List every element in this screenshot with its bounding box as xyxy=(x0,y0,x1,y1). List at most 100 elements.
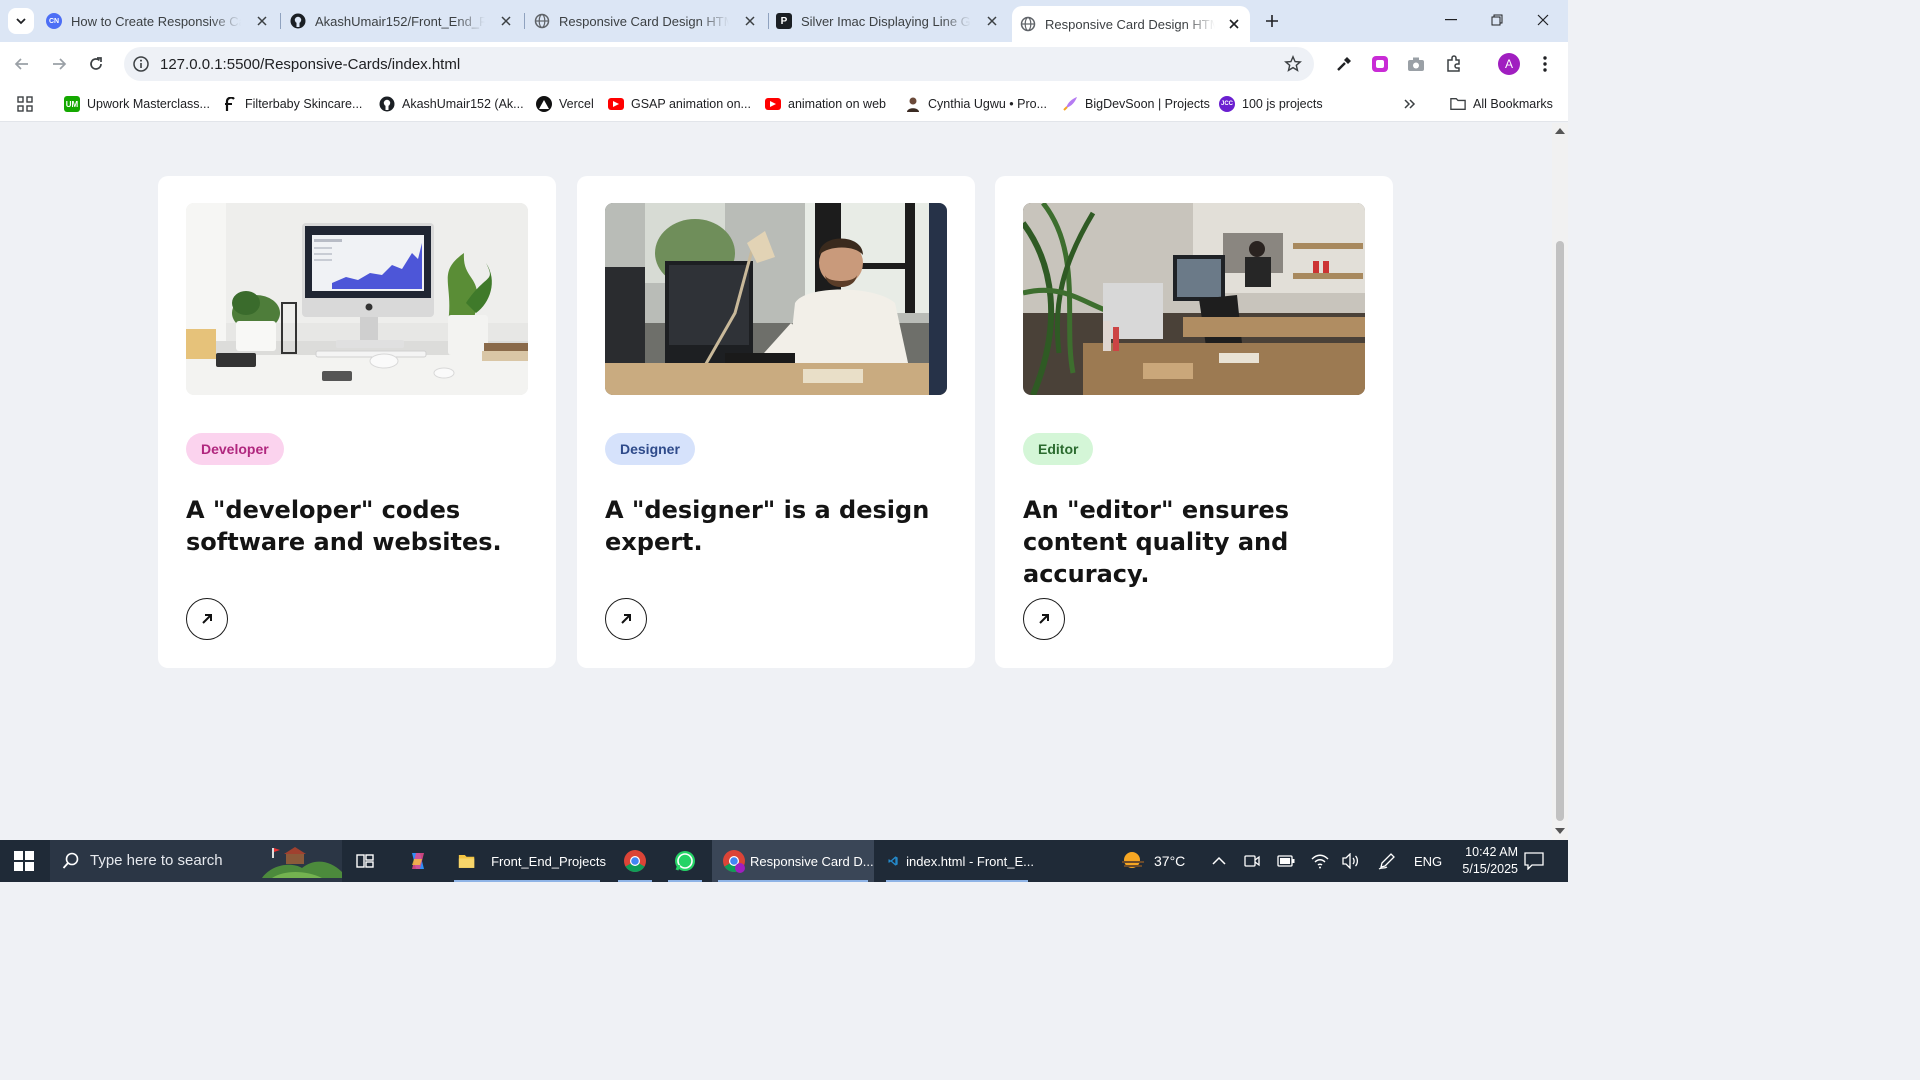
bookmark-label: Upwork Masterclass... xyxy=(87,97,210,111)
tab-3[interactable]: Responsive Card Design HTML xyxy=(534,6,766,36)
card-heading: An "editor" ensures content quality and … xyxy=(1023,496,1289,588)
arrow-left-icon xyxy=(14,58,28,70)
bookmark-label: BigDevSoon | Projects xyxy=(1085,97,1210,111)
github-icon xyxy=(290,13,306,29)
more-bookmarks-button[interactable] xyxy=(1404,94,1416,114)
restore-button[interactable] xyxy=(1486,10,1508,30)
bookmark-100-js[interactable]: JCC 100 js projects xyxy=(1219,94,1323,114)
tab-5-active[interactable]: Responsive Card Design HTML xyxy=(1012,6,1250,42)
card-link-button[interactable] xyxy=(186,598,228,640)
input-language[interactable]: ENG xyxy=(1414,840,1442,882)
windows-start-icon[interactable] xyxy=(14,851,34,871)
copilot-icon xyxy=(412,853,424,869)
reload-icon xyxy=(90,57,102,70)
weather-widget[interactable]: 37°C xyxy=(1120,840,1185,882)
taskbar-search[interactable]: Type here to search xyxy=(50,840,342,882)
task-view-button[interactable] xyxy=(356,840,380,882)
back-button[interactable] xyxy=(10,52,34,76)
address-bar[interactable]: 127.0.0.1:5500/Responsive-Cards/index.ht… xyxy=(124,47,1314,81)
new-tab-button[interactable] xyxy=(1262,11,1282,31)
show-hidden-icons-button[interactable] xyxy=(1212,840,1226,882)
arrow-up-right-icon xyxy=(621,614,631,624)
taskbar-chrome[interactable] xyxy=(612,840,658,882)
video-camera-icon xyxy=(1244,855,1260,867)
extensions-puzzle-icon[interactable] xyxy=(1444,54,1464,74)
bookmark-upwork[interactable]: UM Upwork Masterclass... xyxy=(64,94,210,114)
close-icon[interactable] xyxy=(254,13,270,29)
url-text[interactable]: 127.0.0.1:5500/Responsive-Cards/index.ht… xyxy=(160,56,460,73)
taskbar-item-label: index.html - Front_E... xyxy=(906,853,1034,869)
minimize-button[interactable] xyxy=(1440,10,1462,30)
arrow-up-right-icon xyxy=(202,614,212,624)
office-workspace-photo xyxy=(1023,203,1365,395)
bookmark-github[interactable]: AkashUmair152 (Ak... xyxy=(379,94,524,114)
card-link-button[interactable] xyxy=(1023,598,1065,640)
site-info-icon[interactable] xyxy=(132,55,150,73)
tab-title: Responsive Card Design HTML xyxy=(559,13,729,29)
taskbar-chrome-active-window[interactable]: Responsive Card D... xyxy=(712,840,874,882)
bookmark-bigdevsoon[interactable]: BigDevSoon | Projects xyxy=(1062,94,1210,114)
windows-taskbar: Type here to search Front_End_Projects R… xyxy=(0,840,1568,882)
all-bookmarks-button[interactable]: All Bookmarks xyxy=(1450,94,1553,114)
chevron-down-icon xyxy=(16,18,26,25)
tab-search-button[interactable] xyxy=(8,8,34,34)
volume-control[interactable] xyxy=(1342,840,1360,882)
chrome-icon xyxy=(624,850,646,872)
profile-avatar[interactable]: A xyxy=(1498,53,1520,75)
system-clock[interactable]: 10:42 AM 5/15/2025 xyxy=(1448,844,1518,878)
pen-workspace-button[interactable] xyxy=(1378,840,1396,882)
search-highlight-icon xyxy=(262,847,342,878)
wifi-icon xyxy=(1311,854,1329,869)
close-icon[interactable] xyxy=(742,13,758,29)
apps-grid-icon xyxy=(17,96,33,112)
kebab-menu-icon[interactable] xyxy=(1535,54,1555,74)
vscode-icon xyxy=(888,856,898,866)
battery-indicator[interactable] xyxy=(1277,840,1295,882)
bookmarks-bar: UM Upwork Masterclass... Filterbaby Skinc… xyxy=(0,86,1568,122)
close-icon[interactable] xyxy=(498,13,514,29)
language-label: ENG xyxy=(1414,853,1443,869)
close-icon[interactable] xyxy=(984,13,1000,29)
camera-extension-icon[interactable] xyxy=(1406,54,1426,74)
tab-1[interactable]: CN How to Create Responsive Card xyxy=(46,6,278,36)
scroll-up-arrow-icon[interactable] xyxy=(1555,128,1565,134)
whatsapp-icon xyxy=(675,851,695,871)
man-at-computer-photo xyxy=(605,203,947,395)
card-link-button[interactable] xyxy=(605,598,647,640)
imac-desk-photo xyxy=(186,203,528,395)
notification-center-button[interactable] xyxy=(1524,840,1544,882)
taskbar-whatsapp[interactable] xyxy=(662,840,708,882)
bookmark-star-icon[interactable] xyxy=(1284,55,1302,73)
close-icon[interactable] xyxy=(1226,16,1242,32)
page-scrollbar[interactable] xyxy=(1552,123,1568,840)
bookmark-gsap[interactable]: GSAP animation on... xyxy=(608,94,751,114)
page-viewport: Developer A "developer" codes software a… xyxy=(0,123,1552,840)
bookmark-animation-web[interactable]: animation on web xyxy=(765,94,886,114)
taskbar-file-explorer[interactable]: Front_End_Projects xyxy=(448,840,606,882)
close-window-button[interactable] xyxy=(1532,10,1554,30)
bookmark-filterbaby[interactable]: Filterbaby Skincare... xyxy=(222,94,362,114)
eyedropper-extension-icon[interactable] xyxy=(1334,54,1354,74)
bookmark-vercel[interactable]: Vercel xyxy=(536,94,594,114)
f-logo-icon xyxy=(222,96,238,112)
plus-icon xyxy=(1266,15,1278,27)
chevron-double-right-icon xyxy=(1404,99,1416,109)
forward-button[interactable] xyxy=(47,52,71,76)
screen-recorder-extension-icon[interactable] xyxy=(1370,54,1390,74)
tab-2[interactable]: AkashUmair152/Front_End_Proj xyxy=(290,6,522,36)
scroll-down-arrow-icon[interactable] xyxy=(1555,828,1565,834)
chrome-profile-icon xyxy=(723,850,745,873)
bookmark-cynthia[interactable]: Cynthia Ugwu • Pro... xyxy=(905,94,1047,114)
tag-badge-designer: Designer xyxy=(605,433,695,465)
tab-4[interactable]: P Silver Imac Displaying Line Grap xyxy=(776,6,1008,36)
apps-grid-button[interactable] xyxy=(17,94,33,114)
copilot-button[interactable] xyxy=(406,840,432,882)
youtube-icon xyxy=(765,98,781,110)
taskbar-vscode[interactable]: index.html - Front_E... xyxy=(880,840,1034,882)
chevron-up-icon xyxy=(1212,856,1226,865)
scroll-thumb[interactable] xyxy=(1556,241,1564,821)
sun-haze-icon xyxy=(1122,852,1144,868)
network-indicator[interactable] xyxy=(1311,840,1329,882)
reload-button[interactable] xyxy=(84,52,108,76)
meet-now-button[interactable] xyxy=(1244,840,1260,882)
